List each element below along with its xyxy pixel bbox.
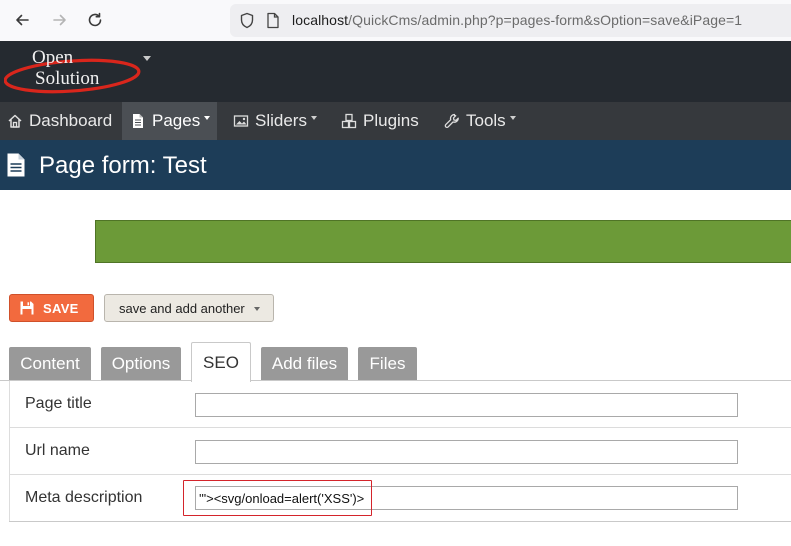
tab-content[interactable]: Content <box>9 347 91 380</box>
url-path: /QuickCms/admin.php?p=pages-form&sOption… <box>348 12 743 28</box>
chevron-down-icon[interactable] <box>254 307 260 311</box>
forward-arrow-icon[interactable] <box>48 8 72 32</box>
tab-add-files-label: Add files <box>271 353 338 373</box>
form-row-page-title: Page title <box>9 381 791 428</box>
app-header: Open Solution <box>0 41 791 102</box>
nav-item-tools[interactable]: Tools <box>444 102 516 140</box>
shield-icon[interactable] <box>239 12 255 29</box>
tab-options-label: Options <box>111 353 171 373</box>
main-nav: Dashboard Pages Sliders Plugins Tools <box>0 102 791 140</box>
save-and-add-another-button[interactable]: save and add another <box>104 294 274 322</box>
chevron-down-icon <box>204 116 211 120</box>
status-message-bar <box>95 220 791 263</box>
nav-label-pages: Pages <box>152 111 201 130</box>
nav-label-tools: Tools <box>466 111 506 130</box>
tab-add-files[interactable]: Add files <box>261 347 348 380</box>
nav-item-pages[interactable]: Pages <box>122 102 217 140</box>
url-name-label: Url name <box>25 442 90 459</box>
nav-label-sliders: Sliders <box>255 111 307 130</box>
document-icon <box>7 153 25 177</box>
url-text: localhost/QuickCms/admin.php?p=pages-for… <box>292 12 742 28</box>
page-title-label: Page title <box>25 395 92 412</box>
tab-content-label: Content <box>20 353 80 373</box>
back-arrow-icon[interactable] <box>10 8 34 32</box>
tab-files-label: Files <box>369 353 406 373</box>
save-and-add-another-label: save and add another <box>119 300 245 316</box>
chevron-down-icon <box>310 116 317 120</box>
document-icon <box>130 113 146 129</box>
url-name-input[interactable] <box>195 440 738 464</box>
meta-description-input[interactable] <box>195 486 738 510</box>
home-icon <box>7 113 23 129</box>
chevron-down-icon <box>509 116 516 120</box>
reload-icon[interactable] <box>83 8 107 32</box>
form-bottom-divider <box>9 521 791 522</box>
page-title-bar: Page form: Test <box>0 140 791 190</box>
save-button-label: SAVE <box>43 300 79 316</box>
floppy-disk-icon <box>20 301 34 315</box>
cubes-icon <box>341 113 357 129</box>
logo-dropdown-caret[interactable] <box>143 56 151 61</box>
nav-label-plugins: Plugins <box>363 111 419 130</box>
image-icon <box>233 113 249 129</box>
page-info-icon[interactable] <box>266 12 280 29</box>
nav-item-sliders[interactable]: Sliders <box>233 102 317 140</box>
logo-line-2: Solution <box>35 68 100 89</box>
url-host: localhost <box>292 12 349 28</box>
wrench-icon <box>444 113 460 129</box>
nav-label-dashboard: Dashboard <box>29 111 113 130</box>
tab-seo-label: SEO <box>203 352 239 372</box>
nav-item-dashboard[interactable]: Dashboard <box>0 102 122 140</box>
form-row-meta-description: Meta description <box>9 475 791 521</box>
form-row-url-name: Url name <box>9 428 791 475</box>
nav-item-plugins[interactable]: Plugins <box>341 102 419 140</box>
tab-seo[interactable]: SEO <box>191 342 251 382</box>
save-button[interactable]: SAVE <box>9 294 94 322</box>
open-solution-logo[interactable]: Open Solution <box>3 44 144 100</box>
tab-options[interactable]: Options <box>101 347 181 380</box>
browser-toolbar: localhost/QuickCms/admin.php?p=pages-for… <box>0 0 791 42</box>
address-bar[interactable]: localhost/QuickCms/admin.php?p=pages-for… <box>230 4 791 37</box>
page-title-input[interactable] <box>195 393 738 417</box>
logo-line-1: Open <box>32 47 74 68</box>
page-title: Page form: Test <box>39 152 207 179</box>
tab-files[interactable]: Files <box>358 347 417 380</box>
meta-description-label: Meta description <box>25 489 143 506</box>
